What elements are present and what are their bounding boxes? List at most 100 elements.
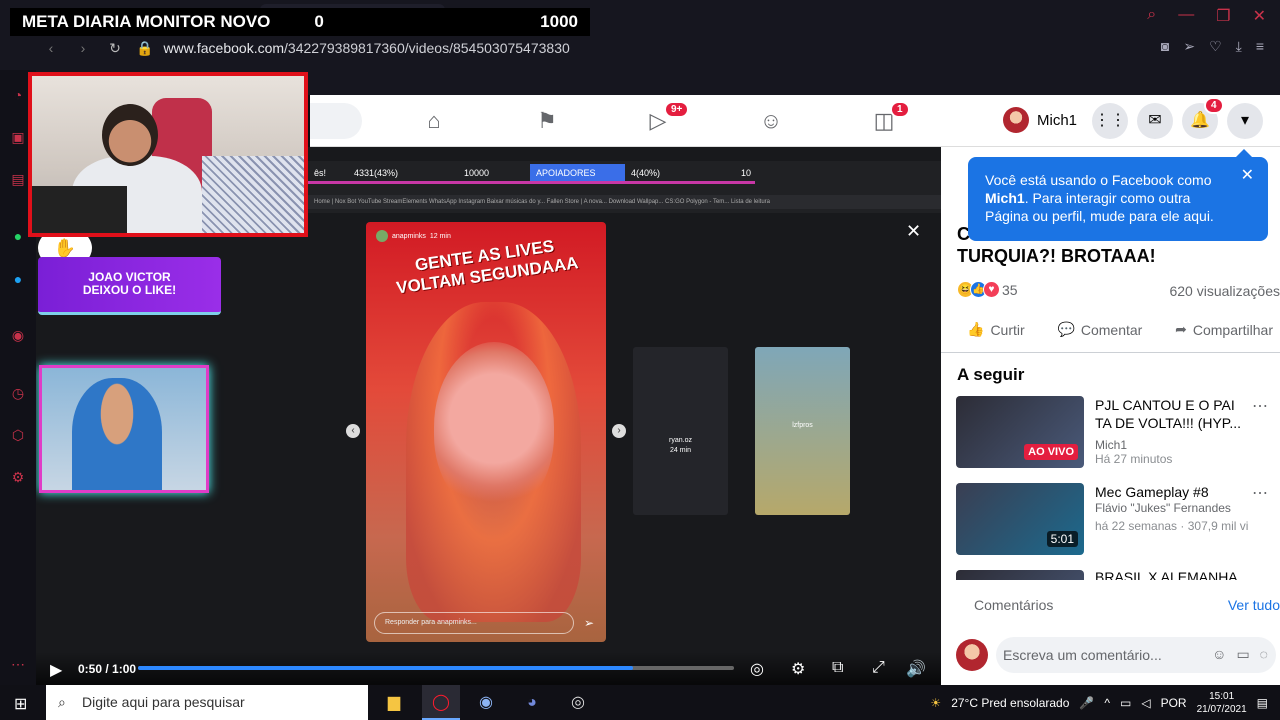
more-icon[interactable]: ⋯	[9, 655, 27, 673]
system-tray: ☀ 27°C Pred ensolarado 🎤 ^ ▭ ◁ POR 15:01…	[930, 685, 1280, 720]
video-progress-fill	[138, 666, 633, 670]
list-item[interactable]: BRASIL X ALEMANHA	[956, 570, 1276, 580]
comments-label: Comentários	[974, 597, 1054, 613]
page-switch-tooltip: Você está usando o Facebook como Mich1. …	[968, 149, 1268, 241]
close-icon[interactable]: ✕	[1253, 6, 1266, 26]
download-icon[interactable]: ⤓	[1236, 38, 1242, 55]
search-icon: ⌕	[58, 694, 66, 710]
pages-flag-icon[interactable]: ⚑	[533, 107, 561, 135]
speaker-icon[interactable]: ◁	[1141, 696, 1150, 710]
story-caption: GENTE AS LIVES VOLTAM SEGUNDAAA	[395, 236, 580, 298]
video-time: 0:50 / 1:00	[78, 662, 137, 676]
file-explorer-icon[interactable]: ▆	[383, 692, 405, 714]
profile-link[interactable]: Mich1	[1003, 107, 1077, 133]
weather-text[interactable]: 27°C Pred ensolarado	[951, 696, 1069, 710]
second-webcam	[39, 365, 209, 493]
settings-icon[interactable]: ⚙	[9, 468, 27, 486]
like-alert: JOAO VICTOR DEIXOU O LIKE!	[38, 257, 221, 315]
account-dropdown-icon[interactable]: ▾	[1227, 103, 1263, 139]
facebook-search[interactable]	[310, 103, 362, 139]
reactions-count: 35	[1002, 281, 1018, 298]
story-next-icon[interactable]: ›	[612, 424, 626, 438]
send-icon[interactable]: ➢	[584, 616, 594, 630]
story-prev-icon[interactable]: ‹	[346, 424, 360, 438]
see-all-link[interactable]: Ver tudo	[1228, 597, 1280, 613]
goal-current: 0	[314, 12, 324, 31]
forward-icon[interactable]: ›	[72, 40, 94, 56]
twitch-icon[interactable]: ▤	[9, 170, 27, 188]
briefcase-icon[interactable]: ▣	[9, 128, 27, 146]
gear-icon[interactable]: ⚙	[791, 659, 805, 679]
url-field[interactable]: www.facebook.com/342279389817360/videos/…	[163, 40, 569, 56]
comment-composer: Escreva um comentário... ☺ ▭ ◌	[956, 637, 1276, 673]
heart-icon[interactable]: ♡	[1209, 38, 1222, 55]
whatsapp-icon[interactable]: ●	[9, 227, 27, 245]
watch-badge: 9+	[664, 101, 690, 118]
clock[interactable]: 15:01 21/07/2021	[1197, 690, 1247, 716]
list-item[interactable]: AO VIVO PJL CANTOU E O PAI TA DE VOLTA!!…	[956, 396, 1276, 470]
restore-icon[interactable]: ❐	[1216, 6, 1230, 26]
side-story-2[interactable]: lzfpros	[755, 347, 850, 515]
search-icon[interactable]: ⌕	[1147, 6, 1156, 26]
speed-dial-icon[interactable]: ◔	[9, 86, 27, 104]
mic-icon[interactable]: 🎤	[1079, 696, 1094, 710]
discord-icon[interactable]: ◕	[521, 692, 543, 714]
video-thumbnail: AO VIVO	[956, 396, 1084, 468]
gif-icon[interactable]: ▭	[1236, 646, 1249, 663]
language-indicator[interactable]: POR	[1161, 696, 1187, 710]
captions-icon[interactable]: ◎	[750, 659, 764, 679]
obs-icon[interactable]: ◎	[567, 692, 589, 714]
streamer-webcam	[28, 72, 308, 237]
video-thumbnail: 5:01	[956, 483, 1084, 555]
opera-icon: ◯	[432, 694, 450, 711]
player-icon[interactable]: ◉	[9, 326, 27, 344]
network-icon[interactable]: ▭	[1120, 696, 1131, 710]
chevron-up-icon[interactable]: ^	[1104, 696, 1110, 710]
camera-icon[interactable]: ◙	[1161, 38, 1169, 55]
like-button[interactable]: 👍 Curtir	[967, 321, 1025, 338]
close-icon[interactable]: ✕	[1241, 167, 1254, 185]
minimize-icon[interactable]: —	[1178, 6, 1194, 26]
send-icon[interactable]: ➢	[1183, 38, 1195, 55]
notifications-badge: 4	[1204, 97, 1224, 114]
divider	[941, 352, 1280, 353]
share-button[interactable]: ➦ Compartilhar	[1175, 321, 1273, 338]
app-icon[interactable]: ◉	[475, 692, 497, 714]
menu-grid-icon[interactable]: ⋮⋮	[1092, 103, 1128, 139]
video-progress-bar[interactable]	[138, 666, 734, 670]
windows-taskbar: ⊞ ⌕ Digite aqui para pesquisar ▆ ◯ ◉ ◕ ◎…	[0, 685, 1280, 720]
avatar	[1003, 107, 1029, 133]
windows-start-icon[interactable]: ⊞	[14, 694, 27, 714]
comment-button[interactable]: 💬 Comentar	[1057, 321, 1142, 338]
reactions[interactable]: 😆 👍 ♥ 35	[957, 281, 1018, 298]
pip-icon[interactable]: ⧉	[832, 659, 843, 677]
twitter-icon[interactable]: ●	[9, 270, 27, 288]
box-icon[interactable]: ⬡	[9, 426, 27, 444]
fullscreen-icon[interactable]: ⤢	[872, 659, 885, 677]
menu-icon[interactable]: ≡	[1256, 38, 1264, 55]
emoji-icon[interactable]: ☺	[1212, 646, 1226, 663]
notification-center-icon[interactable]: ▤	[1257, 696, 1268, 710]
list-item[interactable]: 5:01 Mec Gameplay #8 Flávio "Jukes" Fern…	[956, 483, 1276, 557]
sticker-icon[interactable]: ◌	[1260, 646, 1268, 663]
more-options-icon[interactable]: ⋯	[1252, 483, 1268, 503]
play-icon[interactable]: ▶	[50, 660, 62, 680]
home-icon[interactable]: ⌂	[420, 107, 448, 135]
back-icon[interactable]: ‹	[40, 40, 62, 56]
volume-icon[interactable]: 🔊	[906, 659, 926, 679]
story-author: anapminks 12 min	[376, 230, 451, 242]
address-bar: ‹ › ↻ 🔒 www.facebook.com/342279389817360…	[40, 36, 1280, 60]
window-controls: ⌕ — ❐ ✕	[1147, 6, 1266, 26]
close-story-icon[interactable]: ✕	[906, 221, 921, 242]
side-story-1[interactable]: ryan.oz 24 min	[633, 347, 728, 515]
history-icon[interactable]: ◷	[9, 384, 27, 402]
inner-stream-overlay: ês! 4331(43%) 10000 APOIADORES 4(40%) 10	[308, 163, 755, 185]
groups-icon[interactable]: ☺	[757, 107, 785, 135]
reload-icon[interactable]: ↻	[104, 40, 126, 57]
story-reply-field[interactable]: Responder para anapminks...	[374, 612, 574, 634]
more-options-icon[interactable]: ⋯	[1252, 396, 1268, 416]
goal-target: 1000	[540, 12, 578, 31]
messenger-icon[interactable]: ✉	[1137, 103, 1173, 139]
video-thumbnail	[956, 570, 1084, 580]
taskbar-search[interactable]: ⌕ Digite aqui para pesquisar	[46, 685, 368, 720]
